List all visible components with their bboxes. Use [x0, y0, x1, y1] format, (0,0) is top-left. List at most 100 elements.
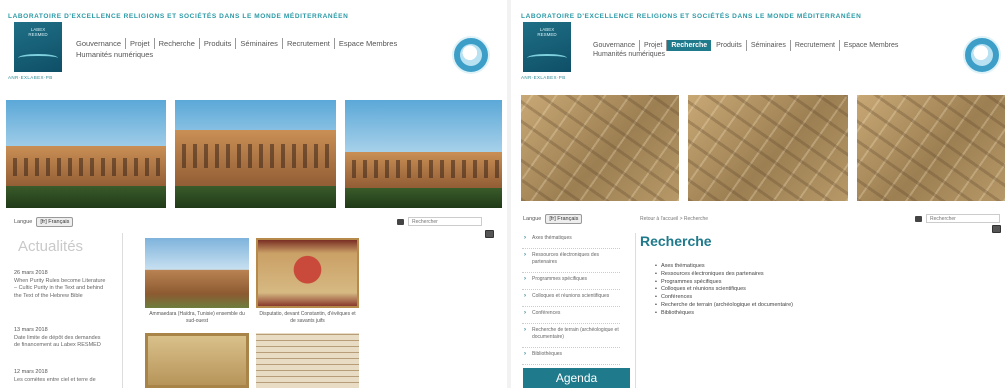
banner-photo-ruins-3 — [345, 100, 502, 208]
print-icon[interactable] — [397, 218, 404, 225]
menu-item-label: Conférences — [532, 310, 561, 316]
banner-photo-cuneiform-3 — [857, 95, 1005, 201]
nav-seminaires[interactable]: Séminaires — [236, 38, 283, 49]
gallery-caption: Disputatio, devant Constantin, d'évêques… — [259, 311, 356, 324]
language-label: Langue — [14, 219, 33, 225]
news-date: 26 mars 2018 — [14, 270, 48, 276]
labex-logo[interactable]: LABEX RESMED — [523, 22, 571, 72]
language-dropdown[interactable]: [fr] Français — [545, 214, 583, 224]
chevron-right-icon: › — [524, 327, 526, 333]
breadcrumb[interactable]: Retour à l'accueil > Recherche — [640, 216, 708, 222]
column-divider — [122, 233, 123, 388]
search-bar — [915, 214, 1000, 223]
menu-item-colloques[interactable]: › Colloques et réunions scientifiques — [522, 290, 620, 307]
language-dropdown[interactable]: [fr] Français — [36, 217, 74, 227]
banner-photo-cuneiform-2 — [688, 95, 848, 201]
nav-projet[interactable]: Projet — [640, 40, 668, 51]
list-item[interactable]: Bibliothèques — [655, 310, 793, 318]
menu-item-label: Axes thématiques — [532, 235, 572, 241]
site-title: Laboratoire d'excellence Religions et so… — [8, 13, 349, 20]
news-date: 13 mars 2018 — [14, 327, 48, 333]
nav-seminaires[interactable]: Séminaires — [747, 40, 791, 51]
language-selector: Langue [fr] Français — [14, 217, 74, 227]
list-item[interactable]: Recherche de terrain (archéologique et d… — [655, 302, 793, 310]
menu-item-terrain[interactable]: › Recherche de terrain (archéologique et … — [522, 324, 620, 348]
university-seal-logo[interactable] — [452, 36, 490, 74]
logo-lettering: LABEX RESMED — [28, 27, 48, 37]
list-item[interactable]: Axes thématiques — [655, 263, 793, 271]
language-selector: Langue [fr] Français — [523, 214, 583, 224]
nav-recherche[interactable]: Recherche — [155, 38, 200, 49]
logo-swoosh — [527, 54, 567, 62]
logo-sublabel: ANR·EXLABEX·PB — [8, 75, 53, 80]
news-text[interactable]: Date limite de dépôt des demandes de fin… — [14, 335, 106, 350]
gallery-image-haidra[interactable] — [145, 238, 249, 308]
menu-item-programmes[interactable]: › Programmes spécifiques — [522, 273, 620, 290]
banner-photo-ruins-1 — [6, 100, 166, 208]
nav-humanites-numeriques[interactable]: Humanités numériques — [593, 51, 665, 58]
news-item[interactable]: 12 mars 2018 Les comètes entre ciel et t… — [14, 369, 106, 384]
menu-item-axes[interactable]: › Axes thématiques — [522, 232, 620, 249]
news-item[interactable]: 13 mars 2018 Date limite de dépôt des de… — [14, 327, 106, 350]
section-menu: › Axes thématiques › Ressources électroniq… — [522, 232, 620, 365]
menu-item-conferences[interactable]: › Conférences — [522, 307, 620, 324]
chevron-right-icon: › — [524, 293, 526, 299]
menu-item-label: Ressources électroniques des partenaires — [532, 252, 599, 265]
site-title: Laboratoire d'excellence Religions et so… — [521, 13, 862, 20]
menu-item-label: Colloques et réunions scientifiques — [532, 293, 610, 299]
menu-item-bibliotheques[interactable]: › Bibliothèques — [522, 348, 620, 365]
chevron-right-icon: › — [524, 235, 526, 241]
print-icon[interactable] — [915, 215, 922, 222]
agenda-button[interactable]: Agenda — [523, 368, 630, 388]
panel-divider — [507, 0, 511, 388]
logo-lettering: LABEX RESMED — [537, 27, 557, 37]
nav-humanites-numeriques[interactable]: Humanités numériques — [76, 50, 153, 59]
menu-item-label: Bibliothèques — [532, 351, 563, 357]
gallery-caption: Ammaedara (Haïdra, Tunisie) ensemble du … — [149, 311, 245, 324]
search-button[interactable] — [992, 225, 1001, 233]
column-divider — [635, 233, 636, 388]
nav-gouvernance[interactable]: Gouvernance — [72, 38, 127, 49]
page-title: Recherche — [640, 233, 712, 249]
nav-projet[interactable]: Projet — [126, 38, 155, 49]
search-button[interactable] — [485, 230, 494, 238]
list-item[interactable]: Conférences — [655, 294, 793, 302]
menu-item-label: Programmes spécifiques — [532, 276, 588, 282]
search-bar — [397, 217, 482, 226]
chevron-right-icon: › — [524, 276, 526, 282]
nav-recherche-active[interactable]: Recherche — [667, 40, 712, 51]
labex-logo[interactable]: LABEX RESMED — [14, 22, 62, 72]
banner-photo-ruins-2 — [175, 100, 336, 208]
seal-emblem-icon — [971, 44, 993, 66]
news-text[interactable]: When Purity Rules become Literature – Cu… — [14, 278, 106, 301]
list-item[interactable]: Ressources électroniques des partenaires — [655, 271, 793, 279]
gallery-image-mosaic[interactable] — [145, 333, 249, 388]
home-page-panel: Laboratoire d'excellence Religions et so… — [0, 0, 503, 388]
gallery-image-manuscript-script[interactable] — [256, 333, 359, 388]
search-input[interactable] — [408, 217, 482, 226]
nav-recrutement[interactable]: Recrutement — [283, 38, 335, 49]
recherche-link-list: Axes thématiques Ressources électronique… — [655, 263, 793, 318]
list-item[interactable]: Colloques et réunions scientifiques — [655, 286, 793, 294]
nav-recrutement[interactable]: Recrutement — [791, 40, 840, 51]
university-seal-logo[interactable] — [963, 36, 1001, 74]
recherche-page-panel: Laboratoire d'excellence Religions et so… — [515, 0, 1005, 388]
news-date: 12 mars 2018 — [14, 369, 48, 375]
search-input[interactable] — [926, 214, 1000, 223]
main-nav: Gouvernance Projet Recherche Produits Sé… — [72, 38, 401, 49]
nav-produits[interactable]: Produits — [712, 40, 747, 51]
news-item[interactable]: 26 mars 2018 When Purity Rules become Li… — [14, 270, 106, 300]
nav-espace-membres[interactable]: Espace Membres — [335, 38, 401, 49]
menu-item-ressources[interactable]: › Ressources électroniques des partenaire… — [522, 249, 620, 273]
banner-photo-cuneiform-1 — [521, 95, 679, 201]
gallery-image-manuscript[interactable] — [256, 238, 359, 308]
logo-sublabel: ANR·EXLABEX·PB — [521, 75, 566, 80]
menu-item-label: Recherche de terrain (archéologique et d… — [532, 327, 619, 340]
news-text[interactable]: Les comètes entre ciel et terre de — [14, 377, 106, 385]
nav-gouvernance[interactable]: Gouvernance — [589, 40, 641, 51]
list-item[interactable]: Programmes spécifiques — [655, 279, 793, 287]
news-heading: Actualités — [18, 238, 84, 255]
nav-produits[interactable]: Produits — [200, 38, 237, 49]
nav-espace-membres[interactable]: Espace Membres — [840, 40, 902, 51]
chevron-right-icon: › — [524, 310, 526, 316]
